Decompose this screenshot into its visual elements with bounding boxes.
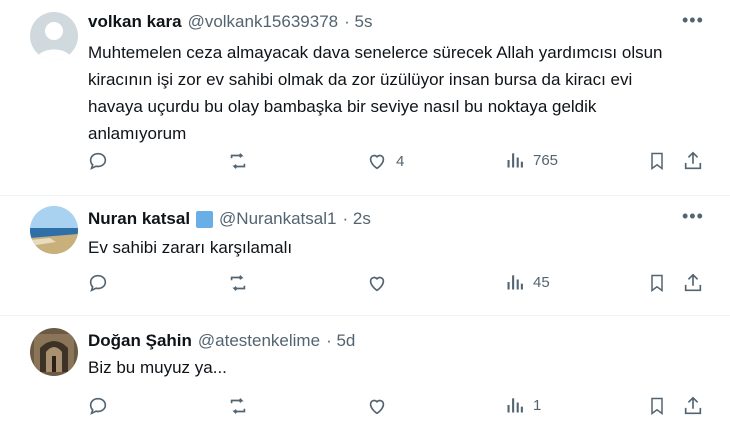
- share-icon[interactable]: [682, 395, 704, 417]
- views-icon[interactable]: 765: [505, 150, 558, 170]
- timestamp[interactable]: · 2s: [342, 209, 370, 229]
- reply-icon[interactable]: [87, 272, 109, 294]
- more-icon[interactable]: •••: [682, 206, 704, 227]
- avatar[interactable]: [30, 206, 78, 254]
- retweet-icon[interactable]: [227, 150, 249, 172]
- divider: [0, 315, 730, 316]
- bookmark-icon[interactable]: [647, 272, 667, 294]
- avatar[interactable]: [30, 12, 78, 60]
- share-icon[interactable]: [682, 150, 704, 172]
- heart-icon[interactable]: 4: [366, 150, 404, 172]
- tweet-text: Ev sahibi zararı karşılamalı: [88, 238, 293, 257]
- bookmark-icon[interactable]: [647, 150, 667, 172]
- like-count: 4: [396, 152, 405, 170]
- views-count: 1: [533, 396, 542, 414]
- views-icon[interactable]: 1: [505, 395, 541, 415]
- tweet-text: Biz bu muyuz ya...: [88, 358, 227, 377]
- avatar[interactable]: [30, 328, 78, 376]
- more-icon[interactable]: •••: [682, 10, 704, 31]
- author-handle[interactable]: @Nurankatsal1: [219, 209, 336, 229]
- heart-icon[interactable]: [366, 272, 388, 294]
- reply-icon[interactable]: [87, 150, 109, 172]
- share-icon[interactable]: [682, 272, 704, 294]
- tweet-text: Muhtemelen ceza almayacak dava senelerce…: [88, 43, 663, 143]
- verified-badge-icon: [196, 210, 214, 228]
- author-name[interactable]: volkan kara: [88, 12, 182, 32]
- author-handle[interactable]: @volkank15639378: [188, 12, 339, 32]
- reply-icon[interactable]: [87, 395, 109, 417]
- retweet-icon[interactable]: [227, 272, 249, 294]
- bookmark-icon[interactable]: [647, 395, 667, 417]
- timestamp[interactable]: · 5s: [344, 12, 372, 32]
- divider: [0, 195, 730, 196]
- views-count: 765: [533, 151, 559, 169]
- author-name[interactable]: Nuran katsal: [88, 209, 190, 229]
- timestamp[interactable]: · 5d: [326, 331, 355, 351]
- heart-icon[interactable]: [366, 395, 388, 417]
- views-count: 45: [533, 273, 550, 291]
- author-handle[interactable]: @atestenkelime: [198, 331, 320, 351]
- author-name[interactable]: Doğan Şahin: [88, 331, 192, 351]
- views-icon[interactable]: 45: [505, 272, 550, 292]
- retweet-icon[interactable]: [227, 395, 249, 417]
